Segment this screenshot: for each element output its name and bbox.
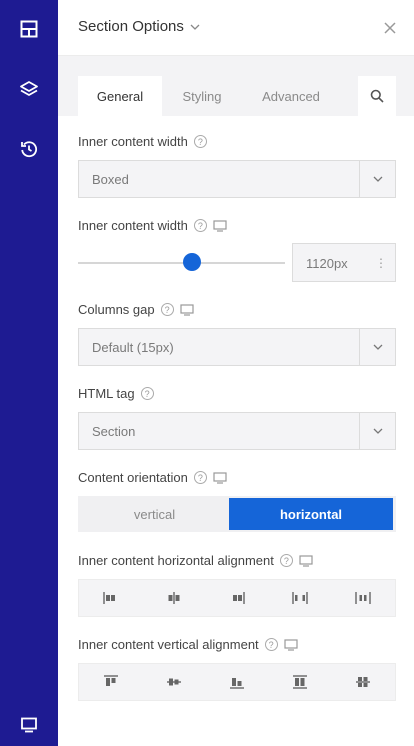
v-align-label: Inner content vertical alignment ? [78,637,298,652]
panel-body: General Styling Advanced Inner content w… [58,56,414,746]
content-width-px-input[interactable]: 1120px ⋮ [292,243,396,282]
chevron-down-icon [190,24,200,30]
layout-icon[interactable] [14,14,44,44]
section-options-dropdown[interactable]: Section Options [78,18,200,35]
help-icon[interactable]: ? [279,554,293,567]
tab-advanced[interactable]: Advanced [242,76,340,116]
align-bottom-button[interactable] [205,664,268,700]
columns-gap-label: Columns gap ? [78,302,194,317]
orientation-vertical-option[interactable]: vertical [80,498,229,530]
html-tag-select[interactable]: Section [78,412,396,450]
search-button[interactable] [358,76,396,116]
chevron-down-icon [359,161,395,197]
content-width-slider-handle[interactable] [182,253,201,271]
responsive-preview-icon[interactable] [14,710,44,740]
tab-general[interactable]: General [78,76,162,116]
help-icon[interactable]: ? [160,303,174,316]
h-align-button-group [78,579,396,617]
html-tag-label: HTML tag ? [78,386,154,401]
desktop-icon[interactable] [284,638,298,651]
align-stretch-button[interactable] [269,664,332,700]
general-tab-content: Inner content width ? Boxed Inner conten… [58,116,414,746]
content-width-select[interactable]: Boxed [78,160,396,198]
help-icon[interactable]: ? [193,219,207,232]
layers-icon[interactable] [14,74,44,104]
help-icon[interactable]: ? [193,135,207,148]
tab-bar: General Styling Advanced [78,76,396,116]
justify-start-button[interactable] [79,580,142,616]
content-width-px-label: Inner content width ? [78,218,227,233]
chevron-down-icon [359,413,395,449]
left-rail [0,0,58,746]
h-align-label: Inner content horizontal alignment ? [78,553,313,568]
align-space-between-button[interactable] [332,664,395,700]
content-width-slider-track[interactable] [78,262,285,264]
desktop-icon[interactable] [180,303,194,316]
help-icon[interactable]: ? [193,471,207,484]
justify-end-icon [233,592,245,604]
more-vertical-icon[interactable]: ⋮ [375,256,387,270]
close-button[interactable] [380,18,400,38]
panel-header: Section Options [58,0,414,56]
space-between-button[interactable] [269,580,332,616]
align-stretch-icon [293,675,308,689]
justify-center-button[interactable] [142,580,205,616]
close-icon [384,22,396,34]
align-middle-icon [166,678,181,686]
desktop-icon[interactable] [299,554,313,567]
justify-end-button[interactable] [205,580,268,616]
history-icon[interactable] [14,134,44,164]
options-panel: Section Options General Styling Advanced… [58,0,414,746]
content-width-label: Inner content width ? [78,134,207,149]
search-icon [370,89,384,103]
align-top-button[interactable] [79,664,142,700]
space-around-icon [355,592,372,604]
align-middle-button[interactable] [142,664,205,700]
tab-styling[interactable]: Styling [162,76,242,116]
space-around-button[interactable] [332,580,395,616]
desktop-icon[interactable] [213,219,227,232]
panel-title: Section Options [78,18,184,35]
help-icon[interactable]: ? [264,638,278,651]
align-top-icon [103,675,118,686]
justify-start-icon [102,592,115,604]
columns-gap-select[interactable]: Default (15px) [78,328,396,366]
chevron-down-icon [359,329,395,365]
justify-center-icon [168,592,180,604]
orientation-horizontal-option[interactable]: horizontal [229,498,393,530]
v-align-button-group [78,663,396,701]
align-bottom-icon [230,678,244,689]
desktop-icon[interactable] [213,471,227,484]
orientation-label: Content orientation ? [78,470,227,485]
orientation-toggle: vertical horizontal [78,496,396,532]
space-between-icon [292,592,308,604]
align-space-between-icon [356,677,371,687]
help-icon[interactable]: ? [140,387,154,400]
